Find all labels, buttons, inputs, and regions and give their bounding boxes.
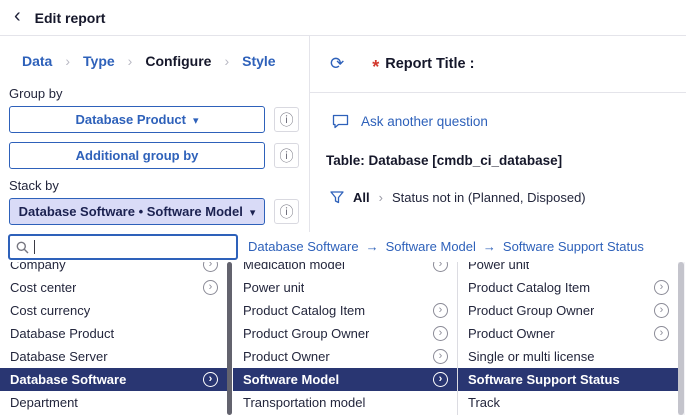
stack-by-value: Database Software • Software Model: [18, 204, 243, 219]
list-item[interactable]: Product Owner ›: [458, 322, 678, 345]
list-item[interactable]: Product Catalog Item ›: [233, 299, 457, 322]
info-icon: ⓘ: [279, 111, 294, 128]
list-item[interactable]: Cost currency: [0, 299, 227, 322]
list-item[interactable]: Product Group Owner ›: [233, 322, 457, 345]
chat-icon: [332, 114, 349, 129]
search-icon: [16, 241, 29, 253]
breadcrumb-item[interactable]: Software Support Status: [503, 239, 644, 254]
filter-breadcrumb[interactable]: All › Status not in (Planned, Disposed): [330, 190, 686, 205]
info-icon: ⓘ: [279, 147, 294, 164]
list-item[interactable]: Power unit: [458, 262, 678, 276]
list-item[interactable]: Cost center ›: [0, 276, 227, 299]
picker-column-2: Medication model › Power unit Product Ca…: [233, 262, 457, 415]
info-icon: ⓘ: [279, 203, 294, 220]
report-title-label: Report Title :: [385, 56, 475, 72]
expand-icon[interactable]: ›: [654, 280, 669, 295]
list-item[interactable]: Power unit: [233, 276, 457, 299]
tab-data[interactable]: Data: [22, 53, 52, 69]
group-by-label: Group by: [9, 86, 63, 101]
scrollbar-thumb[interactable]: [678, 262, 684, 415]
expand-icon[interactable]: ›: [654, 326, 669, 341]
list-item-selected[interactable]: Software Support Status: [458, 368, 678, 391]
additional-group-by-info-button[interactable]: ⓘ: [274, 143, 299, 168]
config-panel: Data › Type › Configure › Style Group by…: [0, 36, 310, 232]
search-input[interactable]: [40, 239, 230, 255]
additional-group-by-button[interactable]: Additional group by: [9, 142, 265, 169]
tab-style[interactable]: Style: [242, 53, 275, 69]
filter-scope[interactable]: All: [353, 190, 370, 205]
list-item[interactable]: Track: [458, 391, 678, 414]
list-item[interactable]: Product Owner ›: [233, 345, 457, 368]
filter-condition[interactable]: Status not in (Planned, Disposed): [392, 190, 586, 205]
expand-icon[interactable]: ›: [203, 280, 218, 295]
list-item[interactable]: Company ›: [0, 262, 227, 276]
list-item[interactable]: Department: [0, 391, 227, 414]
list-item[interactable]: Single or multi license: [458, 345, 678, 368]
list-item-selected[interactable]: Software Model ›: [233, 368, 457, 391]
chevron-right-icon: ›: [127, 53, 133, 69]
refresh-icon[interactable]: ⟳: [330, 54, 344, 74]
table-info: Table: Database [cmdb_ci_database]: [326, 153, 563, 168]
group-by-value: Database Product: [75, 112, 186, 127]
picker-column-3: Power unit Product Catalog Item › Produc…: [457, 262, 678, 415]
expand-icon[interactable]: ›: [433, 326, 448, 341]
stack-by-label: Stack by: [9, 178, 59, 193]
expand-icon[interactable]: ›: [433, 303, 448, 318]
expand-icon[interactable]: ›: [433, 349, 448, 364]
list-item[interactable]: Transportation model: [233, 391, 457, 414]
picker-column-1: Company › Cost center › Cost currency Da…: [0, 262, 227, 415]
list-item-selected[interactable]: Database Software ›: [0, 368, 227, 391]
stack-by-dropdown[interactable]: Database Software • Software Model ▾: [9, 198, 265, 225]
search-box: [8, 234, 238, 260]
picker-scrollbar: [678, 262, 685, 415]
expand-icon[interactable]: ›: [654, 303, 669, 318]
scrollbar-thumb[interactable]: [227, 262, 232, 415]
list-item[interactable]: Database Server: [0, 345, 227, 368]
group-by-dropdown[interactable]: Database Product ▾: [9, 106, 265, 133]
chevron-right-icon: ›: [65, 53, 71, 69]
tab-type[interactable]: Type: [83, 53, 115, 69]
expand-icon[interactable]: ›: [433, 262, 448, 272]
expand-icon[interactable]: ›: [203, 262, 218, 272]
chevron-right-icon: ›: [224, 53, 230, 69]
caret-down-icon: ▾: [193, 114, 199, 127]
wizard-steps: Data › Type › Configure › Style: [0, 36, 309, 82]
list-item[interactable]: Product Group Owner ›: [458, 299, 678, 322]
arrow-right-icon: →: [482, 239, 496, 254]
edit-report-window: ‹ Edit report Data › Type › Configure › …: [0, 0, 686, 415]
group-by-info-button[interactable]: ⓘ: [274, 107, 299, 132]
back-icon[interactable]: ‹: [14, 6, 21, 29]
tab-configure[interactable]: Configure: [145, 53, 211, 69]
list-item[interactable]: Product Catalog Item ›: [458, 276, 678, 299]
text-cursor: [34, 240, 35, 254]
page-title: Edit report: [34, 9, 106, 26]
additional-group-by-label: Additional group by: [75, 148, 199, 163]
expand-icon[interactable]: ›: [203, 372, 218, 387]
list-item[interactable]: Medication model ›: [233, 262, 457, 276]
field-picker-dropdown: Database Software → Software Model → Sof…: [0, 232, 686, 415]
ask-another-question-link[interactable]: Ask another question: [361, 114, 488, 129]
report-preview-panel: ⟳ * Report Title : Ask another question …: [310, 36, 686, 232]
chevron-right-icon: ›: [378, 190, 383, 205]
breadcrumb-item[interactable]: Database Software: [248, 239, 359, 254]
caret-down-icon: ▾: [249, 206, 256, 219]
filter-icon: [330, 191, 344, 204]
arrow-right-icon: →: [365, 239, 379, 254]
header: ‹ Edit report: [0, 0, 686, 36]
breadcrumb-item[interactable]: Software Model: [386, 239, 476, 254]
expand-icon[interactable]: ›: [433, 372, 448, 387]
selection-breadcrumb: Database Software → Software Model → Sof…: [248, 239, 644, 254]
stack-by-info-button[interactable]: ⓘ: [274, 199, 299, 224]
list-item[interactable]: Database Product: [0, 322, 227, 345]
